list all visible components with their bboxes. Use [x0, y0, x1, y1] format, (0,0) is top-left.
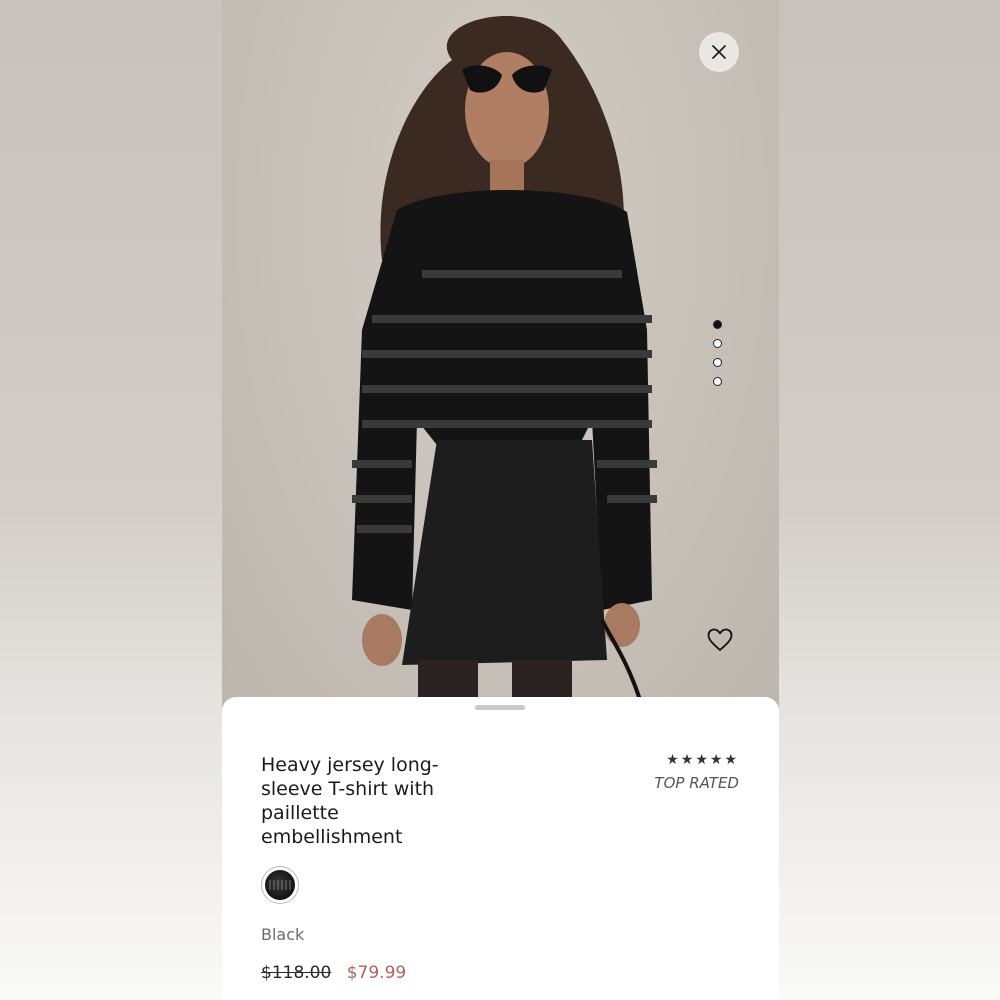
sale-price: $79.99 [346, 963, 407, 983]
color-swatch-black[interactable] [261, 866, 299, 904]
product-rating: ★★★★★ TOP RATED [654, 751, 739, 792]
product-title: Heavy jersey long-sleeve T-shirt with pa… [261, 754, 439, 848]
rating-stars: ★★★★★ [666, 751, 739, 767]
background-right [779, 0, 1000, 1000]
close-button[interactable] [699, 32, 739, 72]
product-photo[interactable] [222, 0, 779, 720]
carousel-indicators [713, 320, 723, 386]
carousel-dot[interactable] [713, 320, 722, 329]
original-price: $118.00 [261, 963, 332, 983]
carousel-dot[interactable] [713, 358, 722, 367]
close-icon [712, 45, 726, 59]
carousel-dot[interactable] [713, 339, 722, 348]
carousel-dot[interactable] [713, 377, 722, 386]
selected-color-name: Black [261, 925, 305, 944]
background-left [0, 0, 222, 1000]
rating-label: TOP RATED [654, 774, 739, 792]
swatch-image [265, 870, 295, 900]
heart-outline-icon [707, 628, 733, 652]
product-quickview: Heavy jersey long-sleeve T-shirt with pa… [222, 0, 779, 1000]
favorite-button[interactable] [706, 626, 734, 654]
price-block: $118.00 $79.99 [261, 963, 406, 983]
product-info-sheet: Heavy jersey long-sleeve T-shirt with pa… [222, 697, 779, 1000]
model-illustration [352, 16, 657, 720]
sheet-drag-handle[interactable] [475, 705, 525, 710]
